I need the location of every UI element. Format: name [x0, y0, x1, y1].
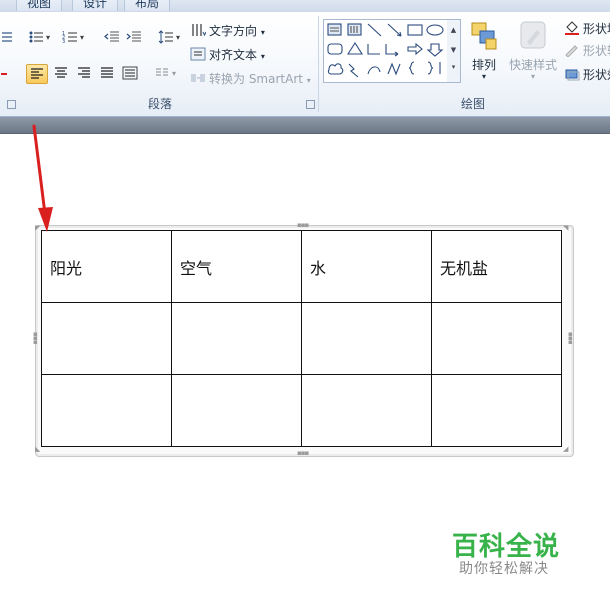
watermark-subtitle: 助你轻松解决	[459, 561, 549, 577]
annotation-arrow-icon	[32, 124, 53, 232]
